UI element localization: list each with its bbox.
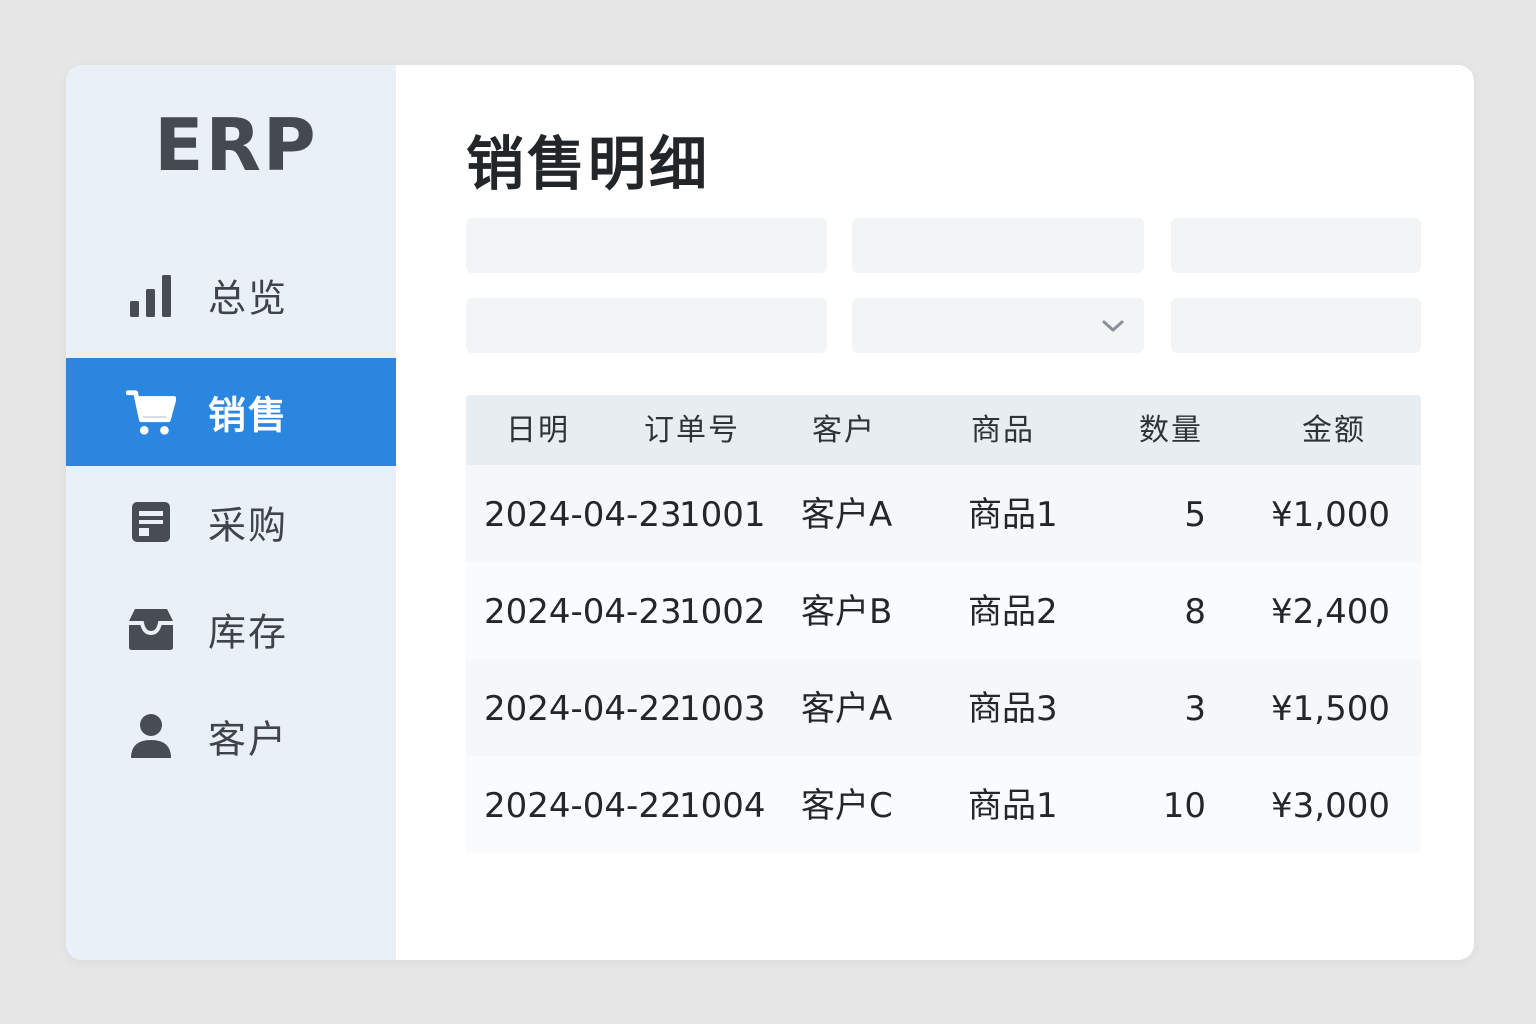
cell-order-no: 1004 [679,786,766,826]
cell-quantity: 3 [1184,689,1206,729]
cell-date: 2024-04-23 [484,592,682,632]
cell-product: 商品3 [968,689,1058,729]
column-header-customer[interactable]: 客户 [812,395,876,465]
filter-input-6[interactable] [1171,298,1421,353]
cell-order-no: 1003 [679,689,766,729]
cell-date: 2024-04-22 [484,689,682,729]
cell-amount: ¥2,400 [1271,592,1390,632]
cell-product: 商品1 [968,786,1058,826]
table-row[interactable]: 2024-04-22 1004 客户C 商品1 10 ¥3,000 [466,756,1421,853]
cell-quantity: 5 [1184,495,1206,535]
cell-quantity: 8 [1184,592,1206,632]
sidebar-item-sales[interactable]: 销售 [66,358,396,466]
table-row[interactable]: 2024-04-22 1003 客户A 商品3 3 ¥1,500 [466,659,1421,756]
table-row[interactable]: 2024-04-23 1002 客户B 商品2 8 ¥2,400 [466,562,1421,659]
chevron-down-icon [1100,318,1126,334]
document-icon [126,497,176,547]
app-logo: ERP [154,103,318,187]
table-header: 日明 订单号 客户 商品 数量 金额 [466,395,1421,465]
cell-product: 商品2 [968,592,1058,632]
filter-input-2[interactable] [852,218,1144,273]
app-window: ERP 总览 销售 采购 库存 客户 销售明细 日明 订单号 客户 商品 数量 … [66,65,1474,960]
sidebar-item-purchase[interactable]: 采购 [66,468,396,576]
cell-order-no: 1001 [679,495,766,535]
sales-table: 日明 订单号 客户 商品 数量 金额 2024-04-23 1001 客户A 商… [466,395,1421,853]
cell-customer: 客户C [801,786,893,826]
sidebar-item-label: 采购 [208,503,289,548]
sidebar-item-customers[interactable]: 客户 [66,682,396,790]
cell-customer: 客户A [801,689,893,729]
cell-date: 2024-04-23 [484,495,682,535]
cell-amount: ¥1,000 [1271,495,1390,535]
sidebar-item-label: 库存 [208,610,289,655]
shopping-cart-icon [126,387,176,437]
filter-input-1[interactable] [466,218,827,273]
cell-customer: 客户B [801,592,893,632]
sidebar-item-label: 销售 [208,393,289,438]
cell-date: 2024-04-22 [484,786,682,826]
cell-amount: ¥1,500 [1271,689,1390,729]
user-icon [126,711,176,761]
sidebar-item-inventory[interactable]: 库存 [66,575,396,683]
bar-chart-icon [126,270,176,320]
column-header-product[interactable]: 商品 [971,395,1035,465]
cell-order-no: 1002 [679,592,766,632]
main-content: 销售明细 日明 订单号 客户 商品 数量 金额 2024-04-23 1001 … [396,65,1474,960]
page-title: 销售明细 [466,130,711,198]
inbox-box-icon [126,604,176,654]
table-row[interactable]: 2024-04-23 1001 客户A 商品1 5 ¥1,000 [466,465,1421,562]
cell-product: 商品1 [968,495,1058,535]
cell-quantity: 10 [1162,786,1206,826]
filter-input-4[interactable] [466,298,827,353]
cell-amount: ¥3,000 [1271,786,1390,826]
filter-select[interactable] [852,298,1144,353]
sidebar-item-overview[interactable]: 总览 [66,241,396,349]
sidebar-item-label: 总览 [208,276,289,321]
sidebar: ERP 总览 销售 采购 库存 客户 [66,65,396,960]
column-header-amount[interactable]: 金额 [1302,395,1366,465]
sidebar-item-label: 客户 [208,717,289,762]
column-header-quantity[interactable]: 数量 [1139,395,1203,465]
filter-input-3[interactable] [1171,218,1421,273]
cell-customer: 客户A [801,495,893,535]
column-header-date[interactable]: 日明 [506,395,570,465]
column-header-order-no[interactable]: 订单号 [644,395,740,465]
